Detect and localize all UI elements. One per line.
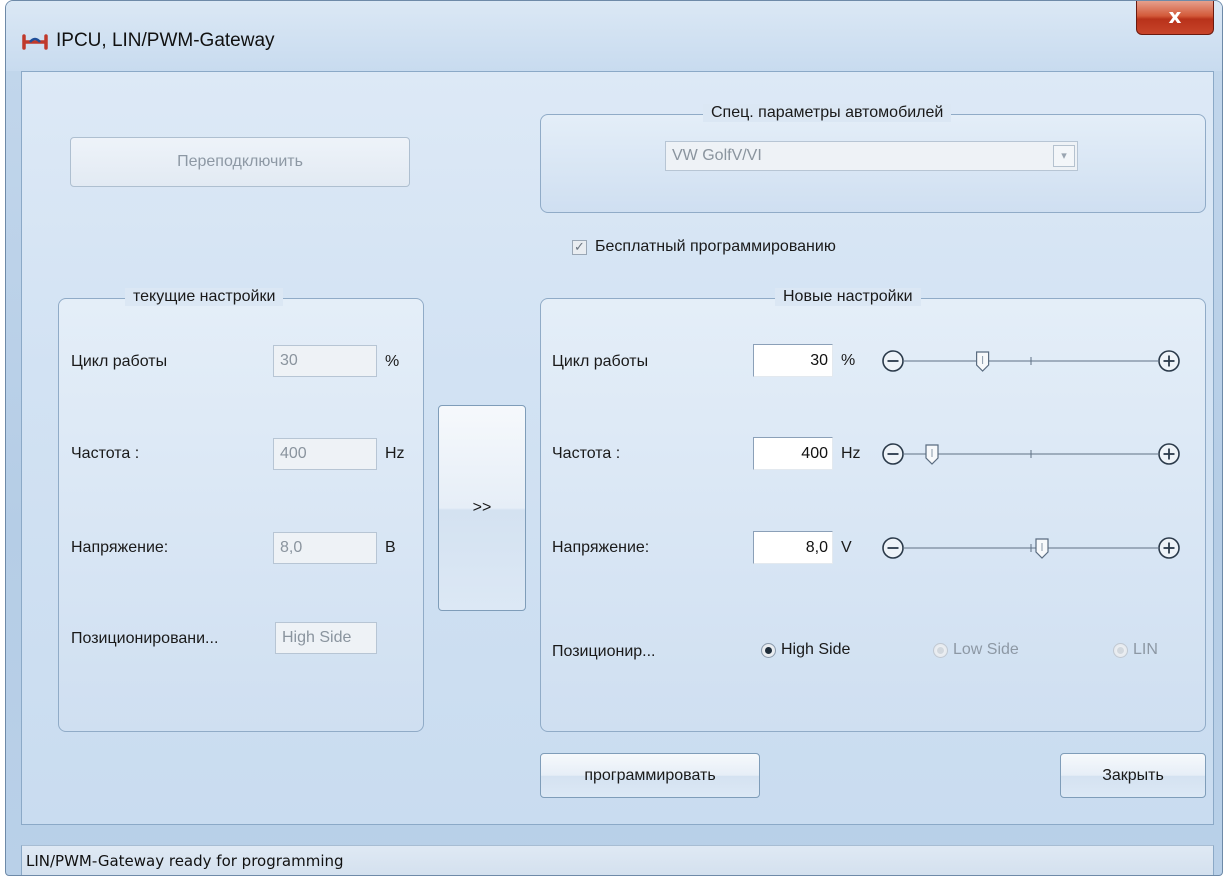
free-programming-checkbox[interactable]: ✓ Бесплатный программированию	[572, 238, 836, 256]
reconnect-button[interactable]: Переподключить	[70, 137, 410, 187]
radio-lin[interactable]: LIN	[1113, 638, 1158, 662]
slider-track-svg[interactable]	[881, 439, 1181, 469]
current-duty-cycle-unit: %	[385, 353, 400, 370]
radio-low-side-label: Low Side	[953, 641, 1019, 658]
radio-unselected-icon[interactable]	[1113, 642, 1128, 658]
radio-selected-icon[interactable]	[761, 642, 776, 658]
new-settings-title: Новые настройки	[775, 288, 921, 306]
window-close-button[interactable]: x	[1136, 1, 1214, 35]
current-settings-title: текущие настройки	[125, 288, 284, 306]
radio-high-side-label: High Side	[781, 641, 851, 658]
chevron-down-icon[interactable]: ▾	[1053, 145, 1075, 167]
voltage-slider[interactable]	[881, 533, 1181, 563]
program-button[interactable]: программировать	[540, 753, 760, 798]
app-logo-icon	[22, 34, 48, 50]
current-duty-cycle-label: Цикл работы	[71, 353, 168, 370]
current-voltage-unit: B	[385, 539, 396, 556]
checkbox-check-icon[interactable]: ✓	[572, 239, 587, 255]
new-duty-cycle-unit: %	[841, 352, 856, 369]
slider-thumb[interactable]	[925, 444, 939, 465]
new-frequency-label: Частота :	[552, 445, 621, 462]
vehicle-params-group: Спец. параметры автомобилей VW GolfV/VI …	[540, 104, 1206, 213]
slider-track-svg[interactable]	[881, 346, 1181, 376]
transfer-settings-button[interactable]: >>	[438, 405, 526, 611]
duty-cycle-slider[interactable]	[881, 346, 1181, 376]
current-voltage-field: 8,0	[273, 532, 377, 564]
slider-thumb[interactable]	[976, 351, 990, 372]
new-voltage-unit: V	[841, 539, 852, 556]
window-title: IPCU, LIN/PWM-Gateway	[56, 30, 275, 51]
main-panel: Переподключить Спец. параметры автомобил…	[21, 71, 1214, 825]
vehicle-select-value: VW GolfV/VI	[672, 147, 762, 164]
new-frequency-input[interactable]: 400	[753, 437, 833, 470]
status-text: LIN/PWM-Gateway ready for programming	[26, 852, 344, 870]
new-duty-cycle-label: Цикл работы	[552, 353, 649, 370]
current-frequency-unit: Hz	[385, 445, 405, 462]
radio-unselected-icon[interactable]	[933, 642, 948, 658]
title-bar[interactable]: IPCU, LIN/PWM-Gateway x	[6, 1, 1222, 71]
current-positioning-field: High Side	[275, 622, 377, 654]
plus-icon[interactable]	[1158, 350, 1180, 372]
plus-icon[interactable]	[1158, 443, 1180, 465]
new-positioning-label: Позиционир...	[552, 643, 656, 660]
current-settings-group: текущие настройки Цикл работы 30 % Часто…	[58, 288, 424, 732]
radio-low-side[interactable]: Low Side	[933, 638, 1019, 662]
close-button[interactable]: Закрыть	[1060, 753, 1206, 798]
new-frequency-unit: Hz	[841, 445, 861, 462]
new-duty-cycle-input[interactable]: 30	[753, 344, 833, 377]
minus-icon[interactable]	[882, 537, 904, 559]
current-duty-cycle-field: 30	[273, 345, 377, 377]
slider-thumb[interactable]	[1035, 538, 1049, 559]
current-frequency-label: Частота :	[71, 445, 140, 462]
new-settings-group: Новые настройки Цикл работы 30 % Частота…	[540, 288, 1206, 732]
current-voltage-label: Напряжение:	[71, 539, 169, 556]
frequency-slider[interactable]	[881, 439, 1181, 469]
free-programming-label: Бесплатный программированию	[595, 238, 836, 255]
plus-icon[interactable]	[1158, 537, 1180, 559]
vehicle-select[interactable]: VW GolfV/VI ▾	[665, 141, 1078, 171]
radio-lin-label: LIN	[1133, 641, 1158, 658]
status-bar: LIN/PWM-Gateway ready for programming	[21, 845, 1214, 875]
current-frequency-field: 400	[273, 438, 377, 470]
vehicle-params-title: Спец. параметры автомобилей	[703, 104, 952, 122]
current-positioning-label: Позиционировани...	[71, 630, 219, 647]
minus-icon[interactable]	[882, 350, 904, 372]
radio-high-side[interactable]: High Side	[761, 638, 850, 662]
minus-icon[interactable]	[882, 443, 904, 465]
new-voltage-label: Напряжение:	[552, 539, 650, 556]
slider-track-svg[interactable]	[881, 533, 1181, 563]
app-window: IPCU, LIN/PWM-Gateway x Переподключить С…	[5, 0, 1223, 876]
new-voltage-input[interactable]: 8,0	[753, 531, 833, 564]
